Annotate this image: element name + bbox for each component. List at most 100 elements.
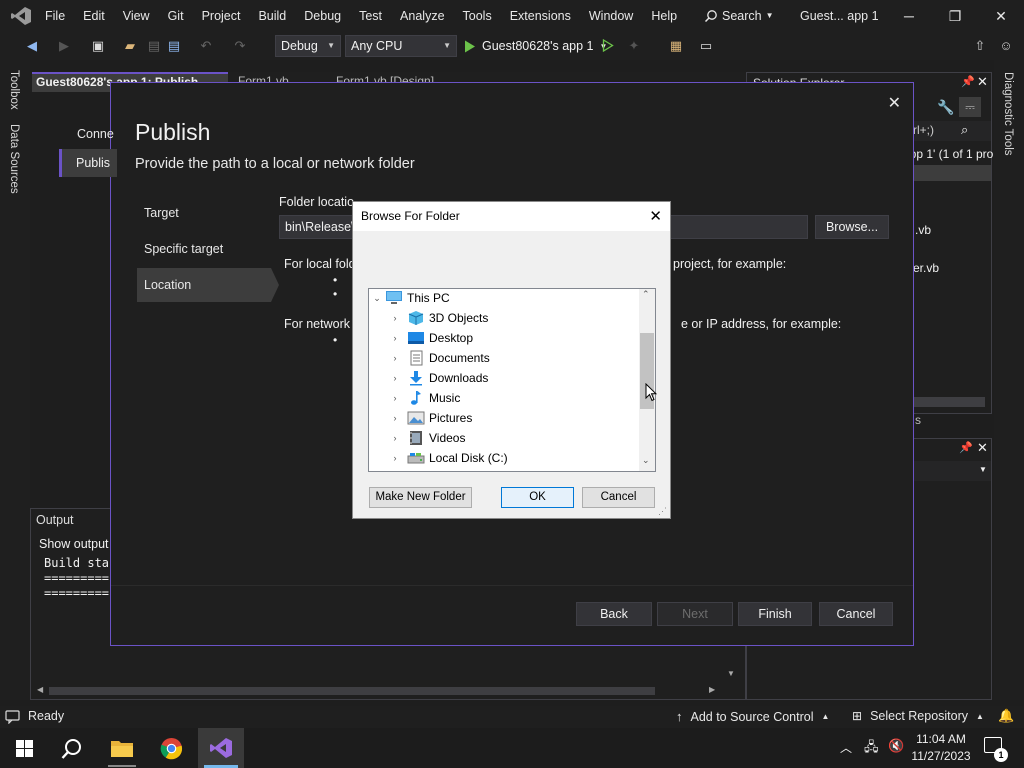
chrome-icon[interactable]: [160, 737, 183, 760]
chevron-right-icon[interactable]: ›: [389, 348, 401, 368]
step-location[interactable]: Location: [137, 268, 271, 302]
redo-icon[interactable]: ↷: [232, 38, 248, 54]
chevron-down-icon[interactable]: ▼: [727, 669, 735, 678]
ok-button[interactable]: OK: [501, 487, 574, 508]
chevron-down-icon[interactable]: ⌄: [642, 455, 650, 466]
menu-view[interactable]: View: [114, 0, 159, 32]
chevron-right-icon[interactable]: ›: [389, 328, 401, 348]
open-folder-icon[interactable]: ▰: [122, 38, 138, 54]
menu-analyze[interactable]: Analyze: [391, 0, 453, 32]
restore-button[interactable]: ❐: [932, 0, 978, 32]
chevron-up-icon[interactable]: ︿: [840, 739, 852, 756]
publish-side-item[interactable]: Conne: [77, 127, 114, 141]
save-all-icon[interactable]: ▤: [166, 38, 182, 54]
scroll-left-icon[interactable]: ◀: [37, 685, 43, 694]
chevron-right-icon[interactable]: ›: [389, 448, 401, 468]
menu-file[interactable]: File: [36, 0, 74, 32]
scroll-right-icon[interactable]: ▶: [709, 685, 715, 694]
menu-extensions[interactable]: Extensions: [501, 0, 580, 32]
menu-tools[interactable]: Tools: [454, 0, 501, 32]
windows-start-icon[interactable]: [16, 740, 33, 757]
notifications-bell-icon[interactable]: 🔔: [998, 708, 1014, 724]
horizontal-scrollbar[interactable]: [49, 687, 655, 695]
folder-tree[interactable]: ⌄ This PC › 3D Objects › Desktop › Docum…: [368, 288, 656, 472]
resize-grip-icon[interactable]: ⋰: [658, 506, 667, 517]
tree-node-3d-objects[interactable]: › 3D Objects: [389, 308, 488, 328]
tree-node-videos[interactable]: › Videos: [389, 428, 465, 448]
toolbox-tab[interactable]: Toolbox: [8, 70, 20, 110]
live-share-icon[interactable]: ⇧: [972, 38, 988, 54]
taskbar-search-icon[interactable]: [61, 738, 83, 760]
configuration-dropdown[interactable]: Debug ▼: [275, 35, 341, 57]
finish-button[interactable]: Finish: [738, 602, 812, 626]
chevron-right-icon[interactable]: ›: [389, 388, 401, 408]
forward-navigate-icon[interactable]: ▶: [56, 38, 72, 54]
volume-muted-icon[interactable]: 🔇: [888, 738, 904, 754]
chevron-down-icon[interactable]: ⌄: [371, 289, 383, 308]
data-sources-tab[interactable]: Data Sources: [8, 124, 20, 194]
chevron-right-icon[interactable]: ›: [389, 308, 401, 328]
close-icon[interactable]: ✕: [977, 440, 988, 456]
vertical-scrollbar[interactable]: ⌃ ⌄: [639, 289, 655, 471]
close-icon[interactable]: ✕: [977, 74, 988, 90]
tree-node-this-pc[interactable]: ⌄ This PC: [369, 289, 450, 308]
visual-studio-logo-icon[interactable]: [10, 6, 32, 26]
start-without-debugging-icon[interactable]: [602, 39, 614, 52]
tree-node-music[interactable]: › Music: [389, 388, 460, 408]
menu-debug[interactable]: Debug: [295, 0, 350, 32]
add-to-source-control-button[interactable]: ↑ Add to Source Control ▲: [676, 709, 829, 724]
solution-explorer-toggle-icon[interactable]: ▦: [668, 38, 684, 54]
hot-reload-icon[interactable]: ✦: [626, 38, 642, 54]
diagnostic-tools-tab[interactable]: Diagnostic Tools: [1002, 72, 1014, 156]
solution-item[interactable]: er.vb: [913, 261, 939, 275]
menu-git[interactable]: Git: [159, 0, 193, 32]
tree-node-documents[interactable]: › Documents: [389, 348, 490, 368]
menu-project[interactable]: Project: [193, 0, 250, 32]
step-target[interactable]: Target: [137, 196, 271, 230]
close-icon[interactable]: ✕: [888, 93, 901, 113]
chevron-up-icon[interactable]: ⌃: [642, 289, 650, 300]
undo-icon[interactable]: ↶: [198, 38, 214, 54]
next-button[interactable]: Next: [657, 602, 733, 626]
feedback-icon[interactable]: ☺: [998, 38, 1014, 54]
save-icon[interactable]: ▤: [146, 38, 162, 54]
tree-node-pictures[interactable]: › Pictures: [389, 408, 473, 428]
browse-button[interactable]: Browse...: [815, 215, 889, 239]
chevron-right-icon[interactable]: ›: [389, 408, 401, 428]
back-button[interactable]: Back: [576, 602, 652, 626]
tree-node-downloads[interactable]: › Downloads: [389, 368, 488, 388]
menu-test[interactable]: Test: [350, 0, 391, 32]
search-button[interactable]: Search ▼: [704, 0, 774, 32]
pin-icon[interactable]: 📌: [959, 441, 973, 454]
browse-dialog-titlebar[interactable]: Browse For Folder ✕: [353, 202, 670, 231]
back-navigate-icon[interactable]: ◀: [24, 38, 40, 54]
solution-item[interactable]: .vb: [915, 223, 931, 237]
tree-node-local-disk[interactable]: › Local Disk (C:): [389, 448, 508, 468]
step-specific-target[interactable]: Specific target: [137, 232, 271, 266]
menu-edit[interactable]: Edit: [74, 0, 114, 32]
layout-icon[interactable]: ▭: [698, 38, 714, 54]
clock[interactable]: 11:04 AM 11/27/2023: [910, 731, 972, 765]
pin-icon[interactable]: 📌: [961, 75, 975, 88]
minimize-button[interactable]: ─: [886, 0, 932, 32]
wrench-icon[interactable]: 🔧: [937, 99, 954, 116]
preview-toggle-icon[interactable]: ⎓: [959, 97, 981, 117]
tree-node-desktop[interactable]: › Desktop: [389, 328, 474, 348]
select-repository-button[interactable]: ⊞ Select Repository ▲: [852, 709, 984, 723]
menu-build[interactable]: Build: [249, 0, 295, 32]
file-explorer-icon[interactable]: [110, 738, 134, 758]
chevron-right-icon[interactable]: ›: [389, 368, 401, 388]
network-icon[interactable]: 🖧: [864, 738, 879, 760]
chevron-right-icon[interactable]: ›: [389, 428, 401, 448]
cancel-button[interactable]: Cancel: [819, 602, 893, 626]
dialog-cancel-button[interactable]: Cancel: [582, 487, 655, 508]
close-window-button[interactable]: ✕: [978, 0, 1024, 32]
publish-side-item-active[interactable]: Publis: [59, 149, 117, 177]
new-project-icon[interactable]: ▣: [90, 38, 106, 54]
tab-fragment[interactable]: s: [915, 413, 921, 427]
menu-window[interactable]: Window: [580, 0, 642, 32]
close-icon[interactable]: ✕: [649, 207, 662, 225]
visual-studio-taskbar-button[interactable]: [198, 728, 244, 768]
start-debugging-button[interactable]: Guest80628's app 1 ▼: [464, 36, 607, 56]
horizontal-scrollbar[interactable]: [911, 397, 985, 407]
